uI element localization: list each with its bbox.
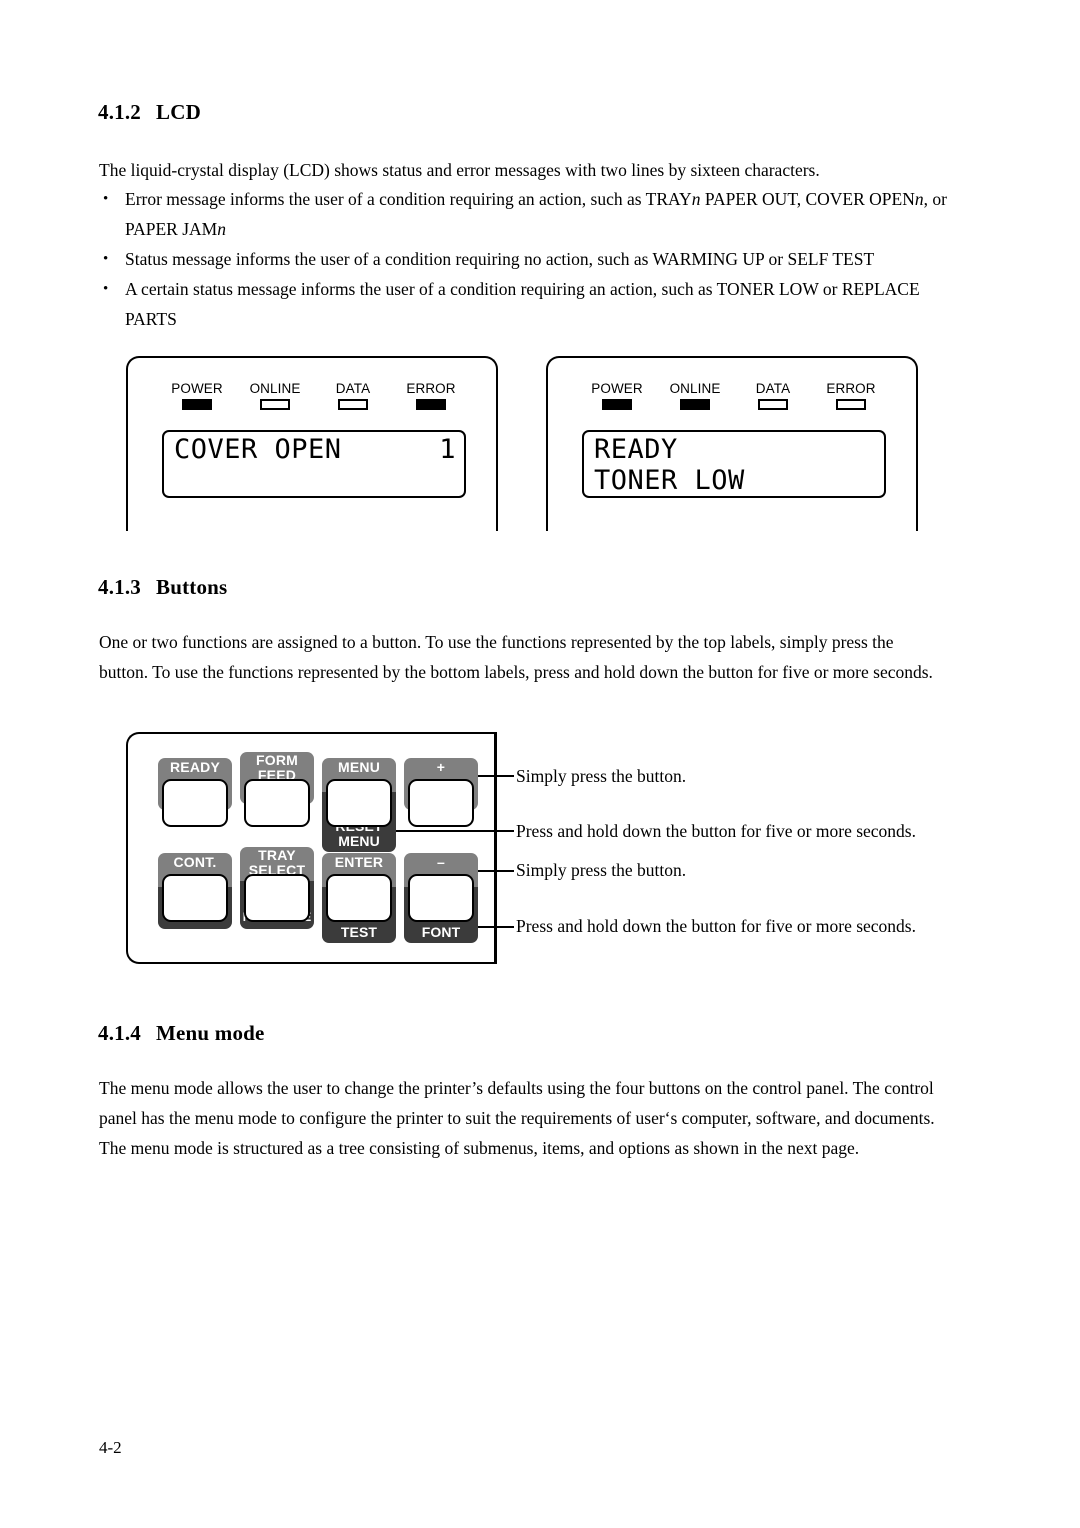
button-top-label: ENTER xyxy=(334,854,384,870)
button-top-label: FORM FEED xyxy=(255,752,298,783)
button-top-label: CONT. xyxy=(173,854,217,870)
lcd-screen-cover-open: COVER OPEN 1 xyxy=(162,430,466,498)
callout-tick-2 xyxy=(386,830,514,832)
lcd-intro-paragraph: The liquid-crystal display (LCD) shows s… xyxy=(99,160,820,180)
callout-tick-3 xyxy=(478,870,514,872)
led-lamp-power xyxy=(602,399,632,410)
heading-number: 4.1.4 xyxy=(98,1021,141,1045)
led-label: POWER xyxy=(171,381,223,396)
callout-text-3: Simply press the button. xyxy=(516,860,687,880)
heading-title: Buttons xyxy=(156,575,228,599)
bullet-text-italic: n xyxy=(914,189,924,209)
list-item: • Error message informs the user of a con… xyxy=(99,184,971,244)
keycap-plus[interactable] xyxy=(408,779,474,827)
led-label: DATA xyxy=(755,381,791,396)
led-lamp-online xyxy=(680,399,710,410)
bullet-dot: • xyxy=(103,251,109,267)
heading-number: 4.1.2 xyxy=(98,100,141,124)
button-enter-self-test[interactable]: ENTER SELF TEST xyxy=(322,853,396,943)
keycap-cont[interactable] xyxy=(162,874,228,922)
list-item: • Status message informs the user of a co… xyxy=(99,244,971,274)
bullet-text: A certain status message informs the use… xyxy=(125,279,920,329)
callout-text-4: Press and hold down the button for five … xyxy=(516,916,916,936)
led-label: DATA xyxy=(335,381,371,396)
heading-4-1-3-buttons: 4.1.3 Buttons xyxy=(98,575,227,600)
keycap-minus[interactable] xyxy=(408,874,474,922)
led-error: ERROR xyxy=(392,382,470,410)
lcd-line-1: COVER OPEN 1 xyxy=(174,434,456,465)
callout-text-2: Press and hold down the button for five … xyxy=(516,821,916,841)
lcd-bullet-list: • Error message informs the user of a con… xyxy=(99,184,971,334)
keycap-enter[interactable] xyxy=(326,874,392,922)
led-lamp-data xyxy=(338,399,368,410)
button-ready[interactable]: READY xyxy=(158,758,232,827)
bullet-text: Status message informs the user of a con… xyxy=(125,249,875,269)
button-top-label: TRAY SELECT xyxy=(248,847,306,878)
list-item: • A certain status message informs the us… xyxy=(99,274,971,334)
lcd-line-1-right: 1 xyxy=(439,434,456,465)
bullet-text-italic: n xyxy=(217,219,226,239)
led-indicator-row: POWER ONLINE DATA ERROR xyxy=(548,382,916,410)
led-label: ONLINE xyxy=(249,381,301,396)
bullet-text-part: Error message informs the user of a cond… xyxy=(125,189,692,209)
led-error: ERROR xyxy=(812,382,890,410)
lcd-panel-ready-toner-low: POWER ONLINE DATA ERROR READY TONER LOW xyxy=(546,356,918,531)
led-online: ONLINE xyxy=(656,382,734,410)
button-top-label: READY xyxy=(169,759,220,775)
led-label: ERROR xyxy=(826,381,876,396)
lcd-line-1-left: READY xyxy=(594,434,678,465)
button-form-feed[interactable]: FORM FEED xyxy=(240,752,314,827)
page-footer: 4-2 xyxy=(99,1438,122,1457)
bullet-dot: • xyxy=(103,281,109,297)
keycap-tray-select[interactable] xyxy=(244,874,310,922)
button-menu-reset-menu[interactable]: MENU RESET MENU xyxy=(322,758,396,852)
led-label: ERROR xyxy=(406,381,456,396)
led-lamp-error xyxy=(416,399,446,410)
button-cont-reset[interactable]: CONT. RESET xyxy=(158,853,232,929)
buttons-paragraph: One or two functions are assigned to a b… xyxy=(99,632,933,682)
bullet-text-part: PAPER OUT, COVER OPEN xyxy=(700,189,915,209)
keycap-ready[interactable] xyxy=(162,779,228,827)
heading-4-1-2-lcd: 4.1.2 LCD xyxy=(98,100,201,125)
callout-tick-1 xyxy=(478,775,514,777)
lcd-panel-cover-open: POWER ONLINE DATA ERROR COVER OPEN 1 xyxy=(126,356,498,531)
lcd-screen-ready-toner-low: READY TONER LOW xyxy=(582,430,886,498)
led-data: DATA xyxy=(734,382,812,410)
led-lamp-power xyxy=(182,399,212,410)
button-tray-select-mff[interactable]: TRAY SELECT MFF PAPER SIZE xyxy=(240,847,314,929)
led-power: POWER xyxy=(578,382,656,410)
heading-title: LCD xyxy=(156,100,201,124)
led-label: POWER xyxy=(591,381,643,396)
led-power: POWER xyxy=(158,382,236,410)
button-plus[interactable]: + xyxy=(404,758,478,827)
callout-text-1: Simply press the button. xyxy=(516,766,687,786)
keycap-menu[interactable] xyxy=(326,779,392,827)
button-minus-print-font[interactable]: – PRINT FONT xyxy=(404,853,478,943)
led-label: ONLINE xyxy=(669,381,721,396)
lcd-line-2-left: TONER LOW xyxy=(594,465,745,496)
lcd-line-1: READY xyxy=(594,434,876,465)
button-top-label: – xyxy=(437,854,445,870)
heading-number: 4.1.3 xyxy=(98,575,141,599)
bullet-dot: • xyxy=(103,191,109,207)
led-lamp-error xyxy=(836,399,866,410)
button-top-label: MENU xyxy=(337,759,381,775)
led-lamp-data xyxy=(758,399,788,410)
led-data: DATA xyxy=(314,382,392,410)
document-page: 4.1.2 LCD The liquid-crystal display (LCD… xyxy=(0,0,1080,1528)
heading-title: Menu mode xyxy=(156,1021,265,1045)
control-panel-right-edge xyxy=(494,732,497,964)
menu-mode-paragraph: The menu mode allows the user to change … xyxy=(99,1078,935,1158)
led-online: ONLINE xyxy=(236,382,314,410)
heading-4-1-4-menu-mode: 4.1.4 Menu mode xyxy=(98,1021,265,1046)
led-indicator-row: POWER ONLINE DATA ERROR xyxy=(128,382,496,410)
lcd-line-1-left: COVER OPEN xyxy=(174,434,342,465)
keycap-form-feed[interactable] xyxy=(244,779,310,827)
button-top-label: + xyxy=(436,759,446,775)
led-lamp-online xyxy=(260,399,290,410)
lcd-line-2: TONER LOW xyxy=(594,465,876,496)
callout-tick-4 xyxy=(478,926,514,928)
